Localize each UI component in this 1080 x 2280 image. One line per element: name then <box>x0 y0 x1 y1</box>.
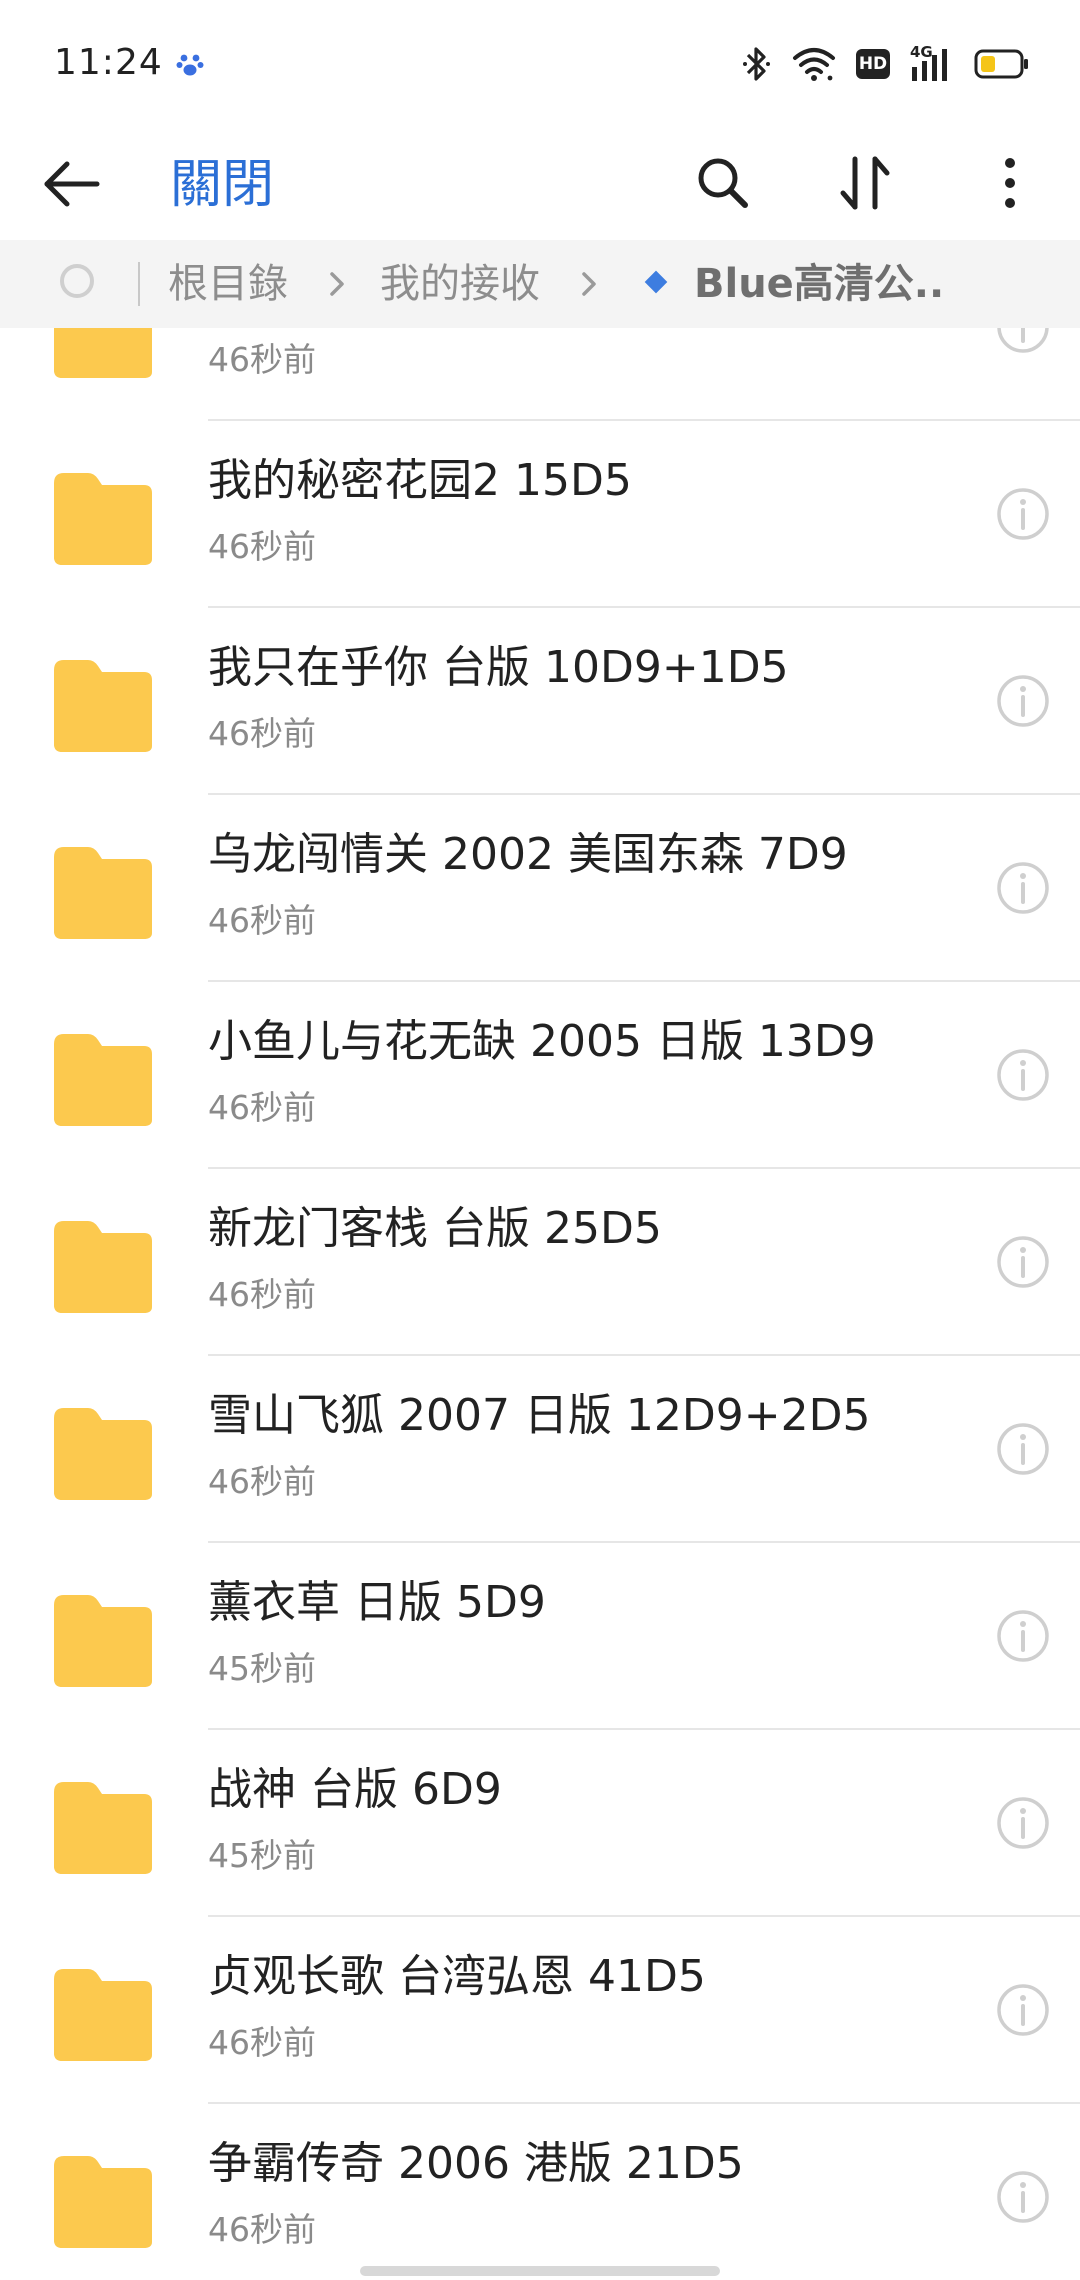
file-modified-time: 46秒前 <box>208 901 316 940</box>
more-options-button[interactable] <box>980 148 1040 218</box>
file-row[interactable]: 新龙门客栈 台版 25D5 46秒前 <box>0 1169 1080 1356</box>
file-modified-time: 46秒前 <box>208 2210 316 2249</box>
file-modified-time: 46秒前 <box>208 340 316 379</box>
breadcrumb-received[interactable]: 我的接收 <box>380 254 540 314</box>
chevron-right-icon <box>582 272 596 296</box>
file-name: 战神 台版 6D9 <box>208 1764 502 1815</box>
hd-badge: HD <box>856 49 890 79</box>
app-bar: 關閉 <box>0 130 1080 240</box>
folder-icon <box>54 1595 152 1687</box>
info-icon[interactable] <box>996 1235 1050 1289</box>
file-row[interactable]: 薰衣草 日版 5D9 45秒前 <box>0 1543 1080 1730</box>
battery-icon <box>974 49 1028 79</box>
folder-icon <box>54 1782 152 1874</box>
file-row[interactable]: 雪山飞狐 2007 日版 12D9+2D5 46秒前 <box>0 1356 1080 1543</box>
status-icons: HD 4G <box>742 43 1030 84</box>
folder-icon <box>54 2156 152 2248</box>
file-name: 争霸传奇 2006 港版 21D5 <box>208 2138 744 2189</box>
wifi-icon <box>793 48 835 81</box>
home-indicator[interactable] <box>360 2266 720 2276</box>
file-name: 新龙门客栈 台版 25D5 <box>208 1203 662 1254</box>
file-row[interactable]: 争霸传奇 2006 港版 21D5 46秒前 <box>0 2104 1080 2280</box>
info-icon[interactable] <box>996 1422 1050 1476</box>
screen: 11:24 HD 4G 關閉 根目錄 我的接收 Blue高清公... 46秒前 … <box>0 0 1080 2280</box>
folder-icon <box>54 1221 152 1313</box>
status-time: 11:24 <box>54 42 163 83</box>
file-row[interactable]: 我只在乎你 台版 10D9+1D5 46秒前 <box>0 608 1080 795</box>
search-button[interactable] <box>690 150 756 216</box>
folder-icon <box>54 1034 152 1126</box>
file-list[interactable]: 46秒前 我的秘密花园2 15D5 46秒前 我只在乎你 台版 10D9+1D5… <box>0 328 1080 2280</box>
file-name: 贞观长歌 台湾弘恩 41D5 <box>208 1951 706 2002</box>
baidu-paw-icon <box>176 54 204 76</box>
file-row[interactable]: 我的秘密花园2 15D5 46秒前 <box>0 421 1080 608</box>
folder-icon <box>54 473 152 565</box>
file-modified-time: 46秒前 <box>208 714 316 753</box>
info-icon[interactable] <box>996 1048 1050 1102</box>
file-modified-time: 45秒前 <box>208 1836 316 1875</box>
file-name: 我的秘密花园2 15D5 <box>208 455 632 506</box>
sort-icon <box>840 156 890 210</box>
breadcrumb-current[interactable]: Blue高清公... <box>694 254 944 314</box>
folder-icon <box>54 847 152 939</box>
chevron-right-icon <box>330 272 344 296</box>
cellular-signal-icon: 4G <box>910 43 954 83</box>
select-all-radio[interactable] <box>60 264 94 298</box>
info-icon[interactable] <box>996 861 1050 915</box>
breadcrumb-divider <box>138 262 140 306</box>
file-modified-time: 45秒前 <box>208 1649 316 1688</box>
file-modified-time: 46秒前 <box>208 1275 316 1314</box>
status-bar: 11:24 HD 4G <box>0 0 1080 130</box>
file-row-partial[interactable]: 46秒前 <box>0 328 1080 421</box>
file-name: 乌龙闯情关 2002 美国东森 7D9 <box>208 829 848 880</box>
file-row[interactable]: 战神 台版 6D9 45秒前 <box>0 1730 1080 1917</box>
sort-button[interactable] <box>830 148 900 218</box>
back-arrow-icon <box>44 161 100 207</box>
current-folder-marker <box>644 270 668 294</box>
file-name: 雪山飞狐 2007 日版 12D9+2D5 <box>208 1390 871 1441</box>
file-modified-time: 46秒前 <box>208 527 316 566</box>
file-name: 小鱼儿与花无缺 2005 日版 13D9 <box>208 1016 876 1067</box>
info-icon[interactable] <box>996 487 1050 541</box>
breadcrumb: 根目錄 我的接收 Blue高清公... <box>0 240 1080 328</box>
close-button[interactable]: 關閉 <box>170 140 274 230</box>
back-button[interactable] <box>36 154 106 214</box>
more-vertical-icon <box>1005 158 1015 208</box>
bluetooth-icon <box>743 47 770 81</box>
info-icon[interactable] <box>996 1983 1050 2037</box>
file-modified-time: 46秒前 <box>208 1462 316 1501</box>
folder-icon <box>54 1408 152 1500</box>
info-icon[interactable] <box>996 674 1050 728</box>
file-name: 薰衣草 日版 5D9 <box>208 1577 546 1628</box>
breadcrumb-root[interactable]: 根目錄 <box>168 254 288 314</box>
info-icon[interactable] <box>996 1796 1050 1850</box>
file-row[interactable]: 贞观长歌 台湾弘恩 41D5 46秒前 <box>0 1917 1080 2104</box>
folder-icon <box>54 1969 152 2061</box>
file-row[interactable]: 小鱼儿与花无缺 2005 日版 13D9 46秒前 <box>0 982 1080 1169</box>
folder-icon <box>54 328 152 378</box>
file-modified-time: 46秒前 <box>208 1088 316 1127</box>
info-icon[interactable] <box>996 1609 1050 1663</box>
info-icon[interactable] <box>996 328 1050 354</box>
file-name: 我只在乎你 台版 10D9+1D5 <box>208 642 789 693</box>
folder-icon <box>54 660 152 752</box>
file-row[interactable]: 乌龙闯情关 2002 美国东森 7D9 46秒前 <box>0 795 1080 982</box>
file-modified-time: 46秒前 <box>208 2023 316 2062</box>
search-icon <box>698 158 748 208</box>
info-icon[interactable] <box>996 2170 1050 2224</box>
